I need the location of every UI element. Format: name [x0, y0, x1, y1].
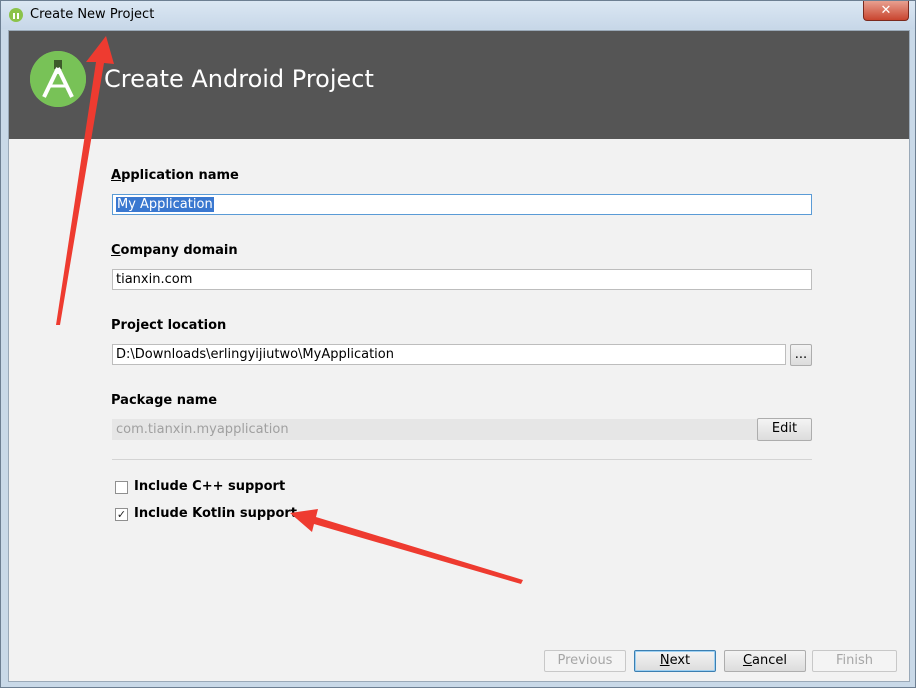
company-domain-label-text: ompany domain — [120, 243, 238, 258]
next-mnemonic: N — [659, 653, 670, 668]
app-name-label-text: pplication name — [121, 168, 239, 183]
next-button[interactable]: Next — [634, 650, 716, 672]
previous-button[interactable]: Previous — [544, 650, 626, 672]
company-domain-mnemonic: C — [111, 243, 121, 258]
kotlin-support-checkbox[interactable]: ✓ — [115, 508, 128, 521]
package-name-field: com.tianxin.myapplication — [112, 419, 757, 440]
application-name-input[interactable]: My Application — [112, 194, 812, 215]
edit-package-button[interactable]: Edit — [757, 418, 812, 441]
project-location-input[interactable]: D:\Downloads\erlingyijiutwo\MyApplicatio… — [112, 344, 786, 365]
page-title: Create Android Project — [104, 65, 374, 93]
company-domain-input[interactable]: tianxin.com — [112, 269, 812, 290]
android-studio-icon — [9, 8, 23, 22]
android-logo-icon — [30, 51, 86, 107]
app-name-mnemonic: A — [111, 168, 122, 183]
create-project-window: Create New Project ✕ Create Android Proj… — [0, 0, 916, 688]
title-bar[interactable]: Create New Project ✕ — [1, 1, 915, 29]
project-location-label: Project location — [111, 318, 227, 333]
cpp-support-label[interactable]: Include C++ support — [134, 479, 285, 494]
window-title: Create New Project — [30, 7, 155, 22]
finish-button[interactable]: Finish — [812, 650, 897, 672]
browse-location-button[interactable]: ... — [790, 344, 812, 366]
application-name-value: My Application — [116, 197, 214, 212]
cancel-label-text: ancel — [752, 653, 788, 668]
cancel-mnemonic: C — [742, 653, 753, 668]
app-name-label: Application name — [111, 168, 239, 183]
company-domain-label: Company domain — [111, 243, 238, 258]
package-name-label: Package name — [111, 393, 218, 408]
divider — [112, 459, 812, 460]
next-label-text: ext — [669, 653, 691, 668]
close-button[interactable]: ✕ — [863, 1, 909, 21]
header-banner: Create Android Project — [9, 31, 909, 139]
cancel-button[interactable]: Cancel — [724, 650, 806, 672]
dialog-content: Create Android Project Application name … — [8, 30, 910, 682]
cpp-support-checkbox[interactable] — [115, 481, 128, 494]
kotlin-support-label[interactable]: Include Kotlin support — [134, 506, 297, 521]
